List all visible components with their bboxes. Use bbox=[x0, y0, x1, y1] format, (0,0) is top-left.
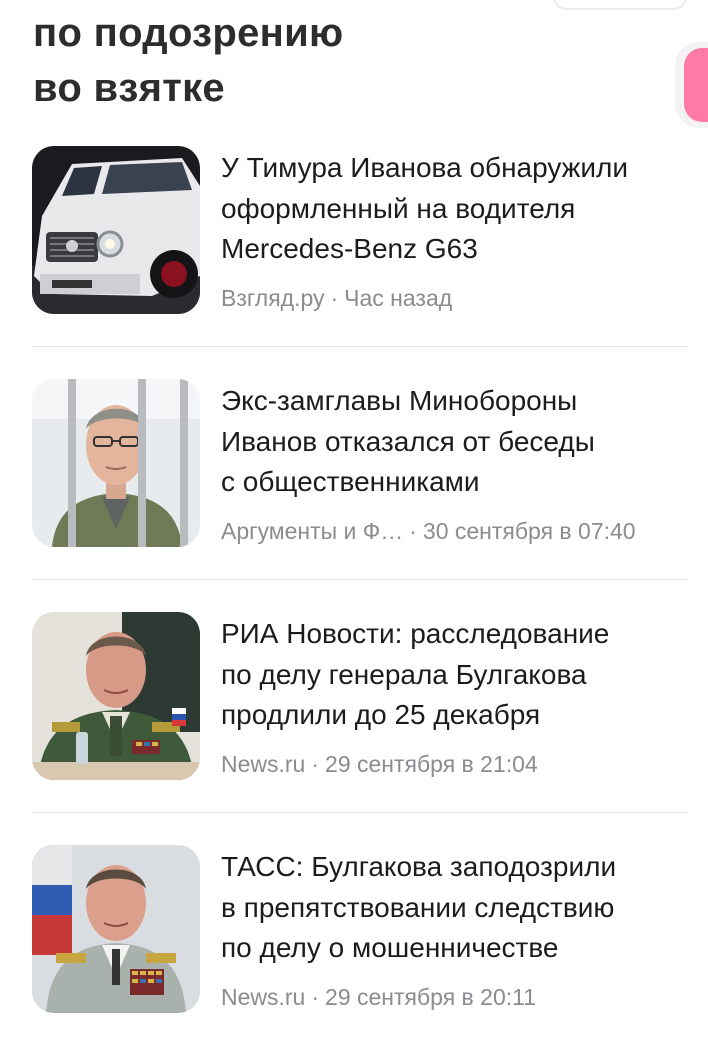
news-page: по подозрению во взятке У Тимура Иванова… bbox=[0, 0, 708, 1052]
news-meta: Взгляд.ру · Час назад bbox=[221, 283, 691, 313]
general-at-desk-photo-icon bbox=[32, 612, 200, 780]
news-time: Час назад bbox=[344, 285, 453, 311]
news-title-line: в препятствовании следствию bbox=[221, 891, 615, 923]
news-title-line: по делу генерала Булгакова bbox=[221, 658, 587, 690]
page-title-line2: во взятке bbox=[33, 66, 225, 110]
news-title-line: ТАСС: Булгакова заподозрили bbox=[221, 851, 617, 882]
news-time: 29 сентября в 20:11 bbox=[325, 984, 536, 1010]
news-time: 29 сентября в 21:04 bbox=[325, 751, 538, 777]
news-title-line: по делу о мошенничестве bbox=[221, 932, 559, 963]
news-title-line: Экс-замглавы Минобороны bbox=[221, 385, 578, 416]
meta-separator: · bbox=[409, 518, 417, 544]
divider bbox=[32, 812, 688, 813]
page-title: по подозрению во взятке bbox=[33, 6, 633, 116]
news-title[interactable]: ТАСС: Булгакова заподозрили в препятство… bbox=[221, 847, 691, 969]
news-list: У Тимура Иванова обнаружили оформленный … bbox=[32, 146, 688, 1052]
divider bbox=[32, 579, 688, 580]
news-item[interactable]: РИА Новости: расследование по делу генер… bbox=[32, 612, 688, 845]
man-behind-bars-photo-icon bbox=[32, 379, 200, 547]
news-title-line: Mercedes-Benz G63 bbox=[221, 233, 478, 264]
news-source: News.ru bbox=[221, 984, 306, 1010]
divider bbox=[32, 346, 688, 347]
news-title-line: оформленный на водителя bbox=[221, 192, 576, 224]
news-thumbnail-suv[interactable] bbox=[32, 146, 200, 314]
news-title[interactable]: У Тимура Иванова обнаружили оформленный … bbox=[221, 148, 691, 270]
news-thumbnail-general-desk[interactable] bbox=[32, 612, 200, 780]
news-thumbnail-general-portrait[interactable] bbox=[32, 845, 200, 1013]
news-source: Аргументы и Ф… bbox=[221, 518, 404, 544]
news-title[interactable]: РИА Новости: расследование по делу генер… bbox=[221, 614, 691, 736]
news-meta: News.ru · 29 сентября в 20:11 bbox=[221, 982, 691, 1012]
side-floating-tab[interactable] bbox=[684, 48, 708, 122]
page-title-line1: по подозрению bbox=[33, 11, 344, 55]
news-title[interactable]: Экс-замглавы Минобороны Иванов отказался… bbox=[221, 381, 691, 503]
news-title-line: Иванов отказался от беседы bbox=[221, 425, 595, 457]
meta-separator: · bbox=[311, 751, 320, 777]
news-thumbnail-man-bars[interactable] bbox=[32, 379, 200, 547]
meta-separator: · bbox=[330, 285, 339, 311]
news-meta: News.ru · 29 сентября в 21:04 bbox=[221, 749, 691, 779]
news-item[interactable]: У Тимура Иванова обнаружили оформленный … bbox=[32, 146, 688, 379]
news-meta: Аргументы и Ф… · 30 сентября в 07:40 bbox=[221, 516, 691, 546]
news-title-line: РИА Новости: расследование bbox=[221, 618, 610, 649]
news-source: Взгляд.ру bbox=[221, 285, 325, 311]
meta-separator: · bbox=[311, 984, 320, 1010]
white-suv-photo-icon bbox=[32, 146, 200, 314]
news-item[interactable]: Экс-замглавы Минобороны Иванов отказался… bbox=[32, 379, 688, 612]
general-portrait-photo-icon bbox=[32, 845, 200, 1013]
news-source: News.ru bbox=[221, 751, 306, 777]
news-title-line: У Тимура Иванова обнаружили bbox=[221, 152, 629, 183]
news-title-line: продлили до 25 декабря bbox=[221, 699, 541, 730]
news-title-line: с общественниками bbox=[221, 466, 480, 497]
news-item[interactable]: ТАСС: Булгакова заподозрили в препятство… bbox=[32, 845, 688, 1052]
news-time: 30 сентября в 07:40 bbox=[422, 518, 636, 544]
